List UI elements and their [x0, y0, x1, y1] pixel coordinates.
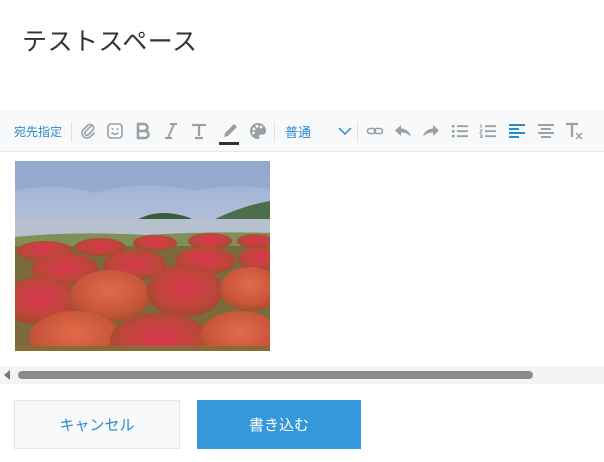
horizontal-scrollbar[interactable]: [0, 366, 604, 384]
link-icon: [366, 127, 384, 135]
numbered-list-icon: [479, 124, 496, 139]
undo-icon: [395, 125, 411, 137]
numbered-list-button[interactable]: [477, 110, 499, 152]
font-size-icon: [192, 123, 206, 140]
scroll-left-arrow-icon[interactable]: [4, 370, 10, 380]
editor-toolbar: 宛先指定 普通: [0, 110, 604, 152]
font-size-button[interactable]: [188, 110, 210, 152]
message-editor[interactable]: [0, 152, 604, 366]
align-left-button[interactable]: [506, 110, 528, 152]
attach-button[interactable]: [77, 110, 99, 152]
undo-button[interactable]: [392, 110, 414, 152]
format-dropdown-button[interactable]: [336, 110, 354, 152]
emoji-icon: [107, 123, 123, 139]
emoji-button[interactable]: [104, 110, 126, 152]
cancel-button[interactable]: キャンセル: [14, 400, 180, 449]
text-color-button[interactable]: [216, 110, 242, 152]
align-center-button[interactable]: [535, 110, 557, 152]
background-color-button[interactable]: [246, 110, 270, 152]
chevron-down-icon: [338, 127, 352, 136]
clear-format-icon: [566, 122, 583, 140]
italic-button[interactable]: [160, 110, 182, 152]
toolbar-divider: [274, 122, 275, 142]
palette-icon: [250, 122, 267, 139]
kochia-field-photo: [15, 161, 270, 351]
link-button[interactable]: [364, 110, 386, 152]
redo-button[interactable]: [420, 110, 442, 152]
redo-icon: [423, 125, 439, 137]
bullet-list-button[interactable]: [449, 110, 471, 152]
bold-icon: [136, 122, 150, 140]
clear-format-button[interactable]: [563, 110, 585, 152]
scrollbar-thumb[interactable]: [18, 371, 533, 379]
bold-button[interactable]: [132, 110, 154, 152]
italic-icon: [165, 123, 177, 139]
toolbar-divider: [357, 122, 358, 142]
recipient-button[interactable]: 宛先指定: [14, 110, 62, 152]
bullet-list-icon: [452, 125, 468, 138]
pen-color-icon: [219, 124, 239, 145]
align-center-icon: [538, 124, 554, 138]
submit-button[interactable]: 書き込む: [197, 400, 361, 449]
align-left-icon: [509, 124, 525, 138]
paperclip-icon: [81, 123, 95, 139]
format-select[interactable]: 普通: [285, 110, 311, 152]
toolbar-divider: [71, 122, 72, 142]
page-title: テストスペース: [22, 27, 198, 56]
